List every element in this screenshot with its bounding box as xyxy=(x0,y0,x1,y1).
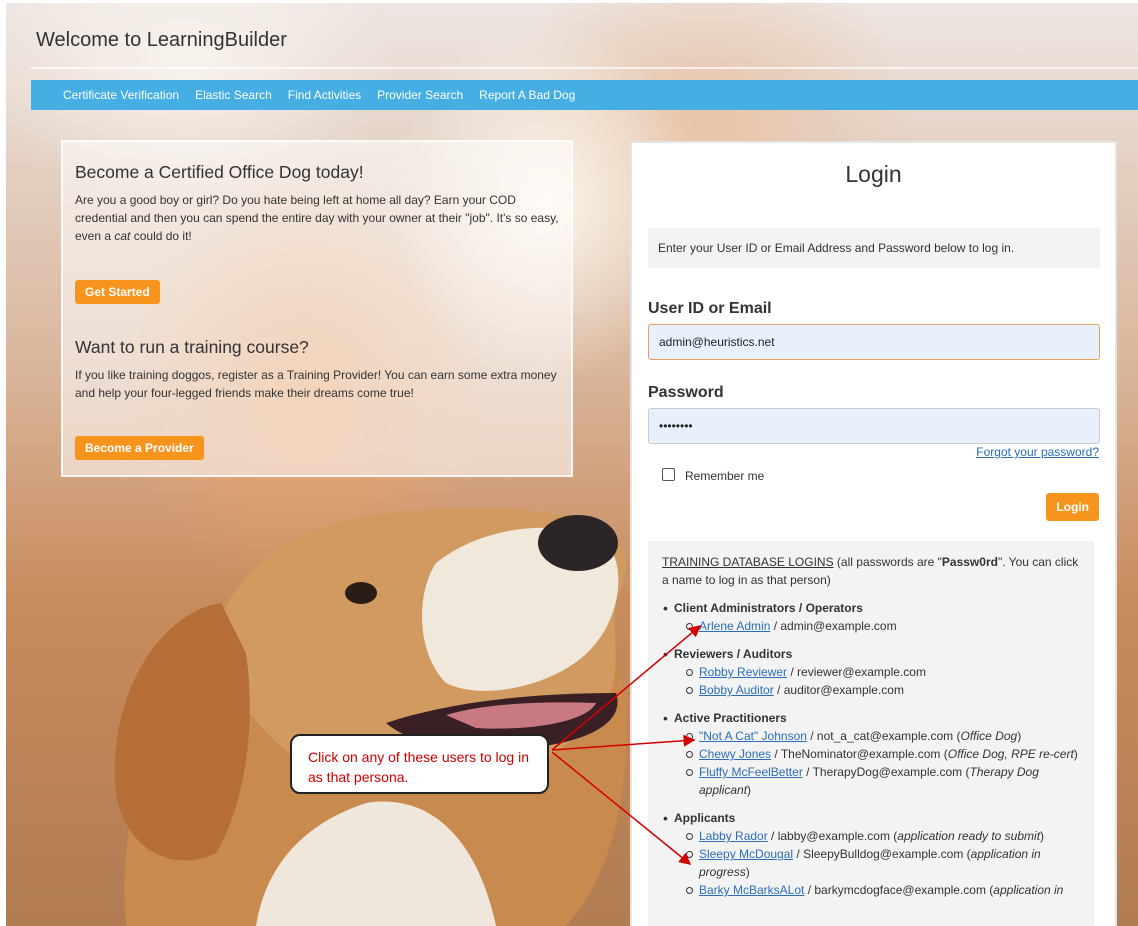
promo-text-certify-em: cat xyxy=(114,229,131,243)
remember-me-label: Remember me xyxy=(685,469,765,483)
user-item: Barky McBarksALot / barkymcdogface@examp… xyxy=(686,881,1080,899)
header-divider xyxy=(31,67,1138,69)
become-provider-button[interactable]: Become a Provider xyxy=(75,436,204,460)
user-email: / reviewer@example.com xyxy=(787,665,926,679)
user-group-list: Client Administrators / Operators Arlene… xyxy=(662,599,1080,899)
user-email: / barkymcdogface@example.com ( xyxy=(804,883,994,897)
promo-text-certify-b: could do it! xyxy=(130,229,192,243)
user-group: Client Administrators / Operators Arlene… xyxy=(663,599,1080,635)
user-note: Office Dog, RPE re-cert xyxy=(947,747,1074,761)
user-note: application in xyxy=(993,883,1064,897)
user-link-sleepy-mcdougal[interactable]: Sleepy McDougal xyxy=(699,847,793,861)
user-item: Fluffy McFeelBetter / TherapyDog@example… xyxy=(686,763,1080,799)
nav-certificate-verification[interactable]: Certificate Verification xyxy=(63,88,179,102)
user-item: Bobby Auditor / auditor@example.com xyxy=(686,681,1080,699)
user-email: / TheNominator@example.com ( xyxy=(771,747,948,761)
user-group-title: Applicants xyxy=(674,811,736,825)
page-title: Welcome to LearningBuilder xyxy=(36,29,287,51)
promo-heading-certify: Become a Certified Office Dog today! xyxy=(75,162,364,182)
promo-text-certify: Are you a good boy or girl? Do you hate … xyxy=(75,191,565,245)
user-link-barky-mcbarksalot[interactable]: Barky McBarksALot xyxy=(699,883,804,897)
training-heading-password: Passw0rd xyxy=(941,555,998,569)
training-logins: TRAINING DATABASE LOGINS (all passwords … xyxy=(648,541,1094,926)
user-link-arlene-admin[interactable]: Arlene Admin xyxy=(699,619,770,633)
password-input[interactable]: •••••••• xyxy=(648,408,1100,444)
forgot-password-link[interactable]: Forgot your password? xyxy=(976,445,1099,459)
user-group-title: Active Practitioners xyxy=(674,711,787,725)
promo-text-provider: If you like training doggos, register as… xyxy=(75,368,557,400)
password-label: Password xyxy=(648,384,724,401)
user-link-chewy-jones[interactable]: Chewy Jones xyxy=(699,747,771,761)
login-button[interactable]: Login xyxy=(1046,493,1099,521)
user-item: Robby Reviewer / reviewer@example.com xyxy=(686,663,1080,681)
promo-heading-provider: Want to run a training course? xyxy=(75,337,309,357)
login-info: Enter your User ID or Email Address and … xyxy=(648,228,1100,268)
user-email: / auditor@example.com xyxy=(773,683,904,697)
page-background: Welcome to LearningBuilder Certificate V… xyxy=(6,3,1138,926)
user-email: / SleepyBulldog@example.com ( xyxy=(793,847,971,861)
promo-panel: Become a Certified Office Dog today! Are… xyxy=(61,140,573,477)
user-email: / TherapyDog@example.com ( xyxy=(802,765,970,779)
remember-me[interactable]: Remember me xyxy=(662,467,765,483)
user-note-close: ) xyxy=(745,865,750,879)
user-link-fluffy-mcfeelbetter[interactable]: Fluffy McFeelBetter xyxy=(699,765,803,779)
nav-provider-search[interactable]: Provider Search xyxy=(377,88,463,102)
nav-report-a-bad-dog[interactable]: Report A Bad Dog xyxy=(479,88,575,102)
user-item: Labby Rador / labby@example.com (applica… xyxy=(686,827,1080,845)
user-link-labby-rador[interactable]: Labby Rador xyxy=(699,829,768,843)
user-email: / admin@example.com xyxy=(770,619,897,633)
training-heading-text-a: (all passwords are " xyxy=(833,555,942,569)
user-group-title: Client Administrators / Operators xyxy=(674,601,863,615)
user-email: / labby@example.com ( xyxy=(767,829,898,843)
nav-elastic-search[interactable]: Elastic Search xyxy=(195,88,272,102)
user-id-label: User ID or Email xyxy=(648,300,772,317)
user-note: application ready to submit xyxy=(897,829,1041,843)
user-email: / not_a_cat@example.com ( xyxy=(806,729,961,743)
annotation-callout: Click on any of these users to log in as… xyxy=(290,734,549,794)
user-group-title: Reviewers / Auditors xyxy=(674,647,793,661)
user-note-close: ) xyxy=(1073,747,1078,761)
training-heading: TRAINING DATABASE LOGINS (all passwords … xyxy=(662,553,1080,589)
user-item: "Not A Cat" Johnson / not_a_cat@example.… xyxy=(686,727,1080,745)
user-link-robby-reviewer[interactable]: Robby Reviewer xyxy=(699,665,787,679)
user-note-close: ) xyxy=(1040,829,1045,843)
login-title: Login xyxy=(845,161,902,187)
get-started-button[interactable]: Get Started xyxy=(75,280,160,304)
user-item: Sleepy McDougal / SleepyBulldog@example.… xyxy=(686,845,1080,881)
user-note: Office Dog xyxy=(960,729,1018,743)
user-link-bobby-auditor[interactable]: Bobby Auditor xyxy=(699,683,774,697)
top-navbar: Certificate Verification Elastic Search … xyxy=(31,80,1138,110)
user-item: Arlene Admin / admin@example.com xyxy=(686,617,1080,635)
nav-find-activities[interactable]: Find Activities xyxy=(288,88,361,102)
user-note-close: ) xyxy=(1017,729,1022,743)
user-id-input[interactable]: admin@heuristics.net xyxy=(648,324,1100,360)
user-note-close: ) xyxy=(747,783,752,797)
login-panel: Login Enter your User ID or Email Addres… xyxy=(630,141,1117,926)
user-group: Active Practitioners "Not A Cat" Johnson… xyxy=(663,709,1080,799)
user-group: Reviewers / Auditors Robby Reviewer / re… xyxy=(663,645,1080,699)
training-heading-link[interactable]: TRAINING DATABASE LOGINS xyxy=(662,555,834,569)
user-group: Applicants Labby Rador / labby@example.c… xyxy=(663,809,1080,899)
remember-me-checkbox[interactable] xyxy=(662,467,675,481)
user-item: Chewy Jones / TheNominator@example.com (… xyxy=(686,745,1080,763)
user-link-not-a-cat-johnson[interactable]: "Not A Cat" Johnson xyxy=(699,729,807,743)
